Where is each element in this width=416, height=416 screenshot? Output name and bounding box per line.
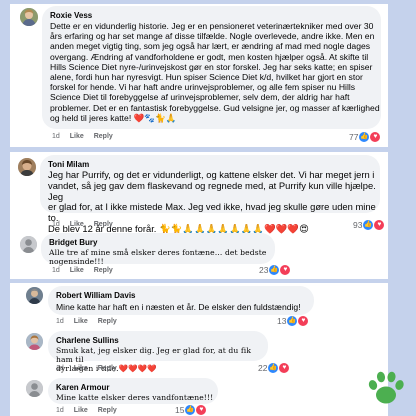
paw-print-icon — [368, 371, 404, 404]
avatar[interactable] — [26, 287, 43, 304]
comment-timestamp[interactable]: 1d — [56, 318, 64, 325]
comment-actions: 1d Like Reply — [52, 133, 121, 140]
comment-bubble: Bridget Bury Alle tre af mine små elsker… — [41, 233, 275, 266]
reaction-summary[interactable]: 22 👍 ♥ — [255, 362, 290, 374]
love-icon: ♥ — [280, 265, 291, 275]
love-icon: ♥ — [370, 132, 381, 142]
reply-button[interactable]: Reply — [98, 365, 117, 372]
avatar[interactable] — [26, 333, 43, 350]
avatar[interactable] — [20, 236, 37, 253]
reaction-summary[interactable]: 93 👍 ♥ — [350, 219, 385, 231]
love-icon: ♥ — [374, 220, 385, 230]
commenter-name[interactable]: Robert William Davis — [56, 291, 136, 300]
reaction-summary[interactable]: 77 👍 ♥ — [346, 131, 381, 143]
comment-text: Dette er en vidunderlig historie. Jeg er… — [50, 21, 380, 123]
like-icon: 👍 — [287, 316, 298, 326]
like-button[interactable]: Like — [70, 221, 84, 228]
like-icon: 👍 — [363, 220, 374, 230]
reply-button[interactable]: Reply — [94, 221, 113, 228]
comment-actions: 1d Like Reply — [56, 318, 125, 325]
comment-bubble: Toni Milam Jeg har Purrify, og det er vi… — [40, 155, 380, 234]
reply-button[interactable]: Reply — [98, 407, 117, 414]
commenter-name[interactable]: Karen Armour — [56, 383, 110, 392]
avatar[interactable] — [18, 158, 36, 176]
like-icon: 👍 — [185, 405, 196, 415]
comment-bubble: Charlene Sullins Smuk kat, jeg elsker di… — [48, 331, 268, 373]
comment-text: Mine katte elsker deres vandfontæne!!! — [56, 393, 214, 402]
comment-text: Alle tre af mine små elsker deres fontæn… — [49, 248, 267, 266]
commenter-name[interactable]: Roxie Vess — [50, 11, 92, 20]
comment-timestamp[interactable]: 1d — [56, 365, 64, 372]
reaction-count: 93 — [353, 220, 363, 230]
comment-actions: 1d Like Reply — [56, 365, 125, 372]
comment-bubble: Robert William Davis Mine katte har haft… — [48, 286, 314, 315]
avatar[interactable] — [26, 380, 43, 397]
reaction-count: 22 — [258, 363, 268, 373]
comment-card: Toni Milam Jeg har Purrify, og det er vi… — [10, 152, 388, 279]
reply-button[interactable]: Reply — [94, 133, 113, 140]
comment-timestamp[interactable]: 1d — [52, 221, 60, 228]
love-icon: ♥ — [196, 405, 207, 415]
reaction-summary[interactable]: 23 👍 ♥ — [256, 264, 291, 276]
reaction-count: 13 — [277, 316, 287, 326]
commenter-name[interactable]: Charlene Sullins — [56, 336, 119, 345]
comment-actions: 1d Like Reply — [52, 267, 121, 274]
reaction-count: 77 — [349, 132, 359, 142]
like-icon: 👍 — [269, 265, 280, 275]
comment-bubble: Karen Armour Mine katte elsker deres van… — [48, 378, 218, 404]
comment-actions: 1d Like Reply — [52, 221, 121, 228]
reaction-count: 23 — [259, 265, 269, 275]
like-button[interactable]: Like — [74, 365, 88, 372]
avatar[interactable] — [20, 8, 38, 26]
like-icon: 👍 — [268, 363, 279, 373]
reply-button[interactable]: Reply — [94, 267, 113, 274]
comment-actions: 1d Like Reply — [56, 407, 125, 414]
comment-timestamp[interactable]: 1d — [56, 407, 64, 414]
comment-timestamp[interactable]: 1d — [52, 133, 60, 140]
comment-card: Roxie Vess Dette er en vidunderlig histo… — [10, 4, 388, 147]
comment-card: Robert William Davis Mine katte har haft… — [10, 283, 388, 416]
reaction-summary[interactable]: 15 👍 ♥ — [172, 404, 207, 416]
like-button[interactable]: Like — [70, 267, 84, 274]
reply-button[interactable]: Reply — [98, 318, 117, 325]
reaction-summary[interactable]: 13 👍 ♥ — [274, 315, 309, 327]
like-button[interactable]: Like — [70, 133, 84, 140]
like-icon: 👍 — [359, 132, 370, 142]
love-icon: ♥ — [279, 363, 290, 373]
love-icon: ♥ — [298, 316, 309, 326]
like-button[interactable]: Like — [74, 407, 88, 414]
comment-timestamp[interactable]: 1d — [52, 267, 60, 274]
comment-bubble: Roxie Vess Dette er en vidunderlig histo… — [42, 6, 381, 129]
commenter-name[interactable]: Toni Milam — [48, 160, 89, 169]
commenter-name[interactable]: Bridget Bury — [49, 238, 97, 247]
like-button[interactable]: Like — [74, 318, 88, 325]
reaction-count: 15 — [175, 405, 185, 415]
comment-text: Mine katte har haft en i næsten et år. D… — [56, 302, 301, 312]
